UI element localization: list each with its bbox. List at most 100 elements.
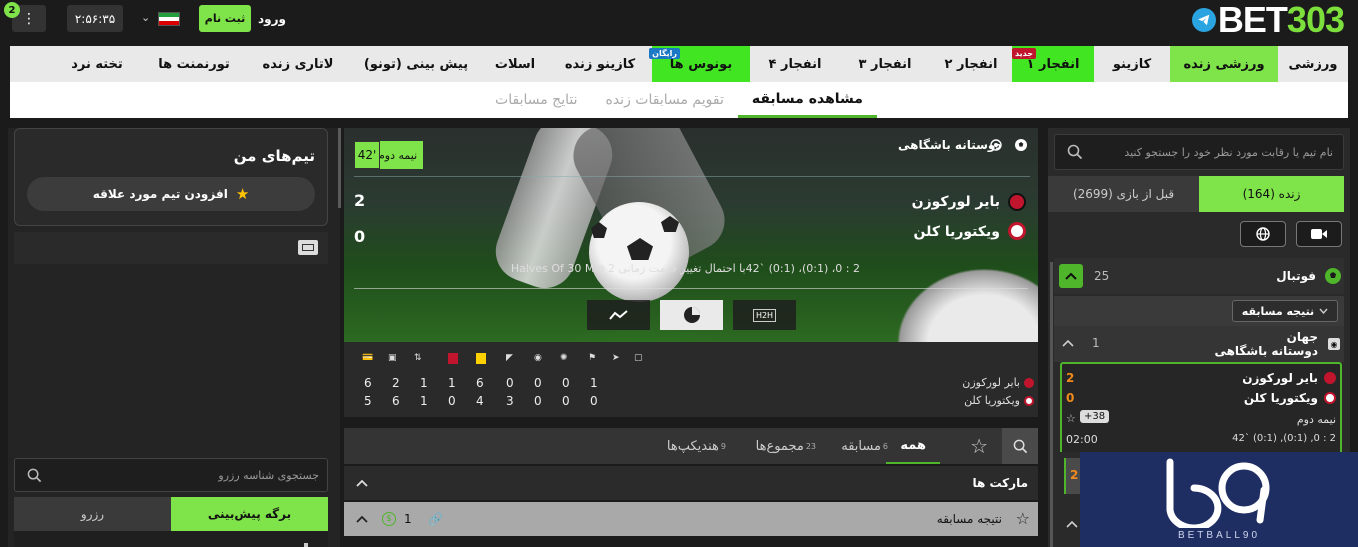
line-chart-icon — [608, 310, 628, 320]
home-team: بایر لورکوزن — [911, 194, 1000, 210]
card-icon: 💳 — [362, 353, 374, 363]
stat-home-value: 6 — [476, 376, 484, 390]
my-teams-card: تیم‌های من ★ افزودن تیم مورد علاقه — [14, 128, 328, 226]
substitution-icon: ⇅ — [414, 353, 422, 363]
tab-match-view[interactable]: مشاهده مسابقه — [737, 82, 877, 118]
stat-away-value: 3 — [506, 394, 514, 408]
chevron-down-icon — [1319, 308, 1328, 314]
favorite-markets-star-icon[interactable]: ☆ — [970, 434, 988, 458]
tab-live-calendar[interactable]: تقویم مسابقات زنده — [592, 82, 738, 118]
tab-handicap-markets[interactable]: هندیکپ‌ها 9 — [667, 428, 726, 464]
signup-button[interactable]: ثبت نام — [199, 5, 251, 32]
league-row[interactable]: ◉ جهان دوستانه باشگاهی 1 — [1054, 326, 1344, 362]
league-name: دوستانه باشگاهی — [1214, 344, 1318, 358]
match-card[interactable]: بایر لورکوزن 2 ویکتوریا کلن 0 نیمه دوم ☆… — [1060, 362, 1342, 452]
nav-item-crash-2[interactable]: انفجار ۲ — [930, 46, 1012, 82]
nav-item-live-sports[interactable]: ورزشی زنده — [1170, 46, 1278, 82]
stat-away-value: 5 — [364, 394, 372, 408]
soccer-ball-image — [589, 202, 689, 302]
penalty-icon: ▣ — [388, 353, 397, 363]
tab-totals-markets[interactable]: مجموع‌ها 23 — [756, 428, 816, 464]
tab-prematch-events[interactable]: قبل از بازی (2699) — [1048, 176, 1199, 212]
divider — [354, 176, 1030, 177]
stat-home-value: 1 — [448, 376, 456, 390]
video-filter-button[interactable] — [1296, 221, 1342, 247]
team-badge-icon — [1324, 372, 1336, 384]
tab-all-markets[interactable]: همه — [886, 428, 940, 464]
tab-results[interactable]: نتایج مسابقات — [481, 82, 591, 118]
nav-item-backgammon[interactable]: تخته نرد — [52, 46, 142, 82]
nav-item-live-lottery[interactable]: لاتاری زنده — [246, 46, 350, 82]
nav-item-casino[interactable]: کازینو — [1094, 46, 1170, 82]
away-score: 0 — [354, 227, 366, 246]
corner-icon: ◤ — [506, 353, 513, 363]
yellow-card-icon — [476, 353, 486, 364]
my-teams-title: تیم‌های من — [233, 147, 315, 165]
nav-item-crash-3[interactable]: انفجار ۳ — [840, 46, 930, 82]
chevron-up-icon[interactable] — [356, 479, 368, 487]
home-team-badge-icon — [1008, 193, 1026, 211]
chevron-up-icon[interactable] — [356, 515, 368, 523]
sport-count: 25 — [1094, 269, 1110, 283]
match-info-line: 2 : 0، (0:1)، (0:1) `42با احتمال تغییر ف… — [510, 262, 860, 275]
chevron-up-icon[interactable] — [1062, 339, 1074, 347]
stat-away-value: 4 — [476, 394, 484, 408]
iran-flag-icon[interactable] — [158, 12, 180, 26]
stat-away-value: 0 — [562, 394, 570, 408]
favorite-star-icon[interactable]: ☆ — [1016, 509, 1030, 528]
top-bar: BET303 ورود ثبت نام ⌄ ۲:۵۶:۳۵ ⋮ 2 — [0, 0, 1358, 40]
center-scrollbar[interactable] — [338, 128, 341, 208]
football-icon — [1325, 268, 1341, 284]
nav-item-sports[interactable]: ورزشی — [1278, 46, 1348, 82]
attack-icon: ✺ — [560, 353, 568, 363]
market-filter-select[interactable]: نتیجه مسابقه — [1232, 300, 1338, 322]
match-period: نیمه دوم — [1296, 413, 1336, 426]
stat-home-team: بایر لورکوزن — [962, 376, 1020, 389]
nav-item-toto[interactable]: پیش بینی (تونو) — [350, 46, 482, 82]
add-favorite-team-button[interactable]: ★ افزودن تیم مورد علاقه — [27, 177, 315, 211]
markets-header[interactable]: مارکت ها — [344, 466, 1038, 500]
team-search-input[interactable]: نام تیم یا رقابت مورد نظر خود را جستجو ک… — [1054, 134, 1344, 170]
video-camera-icon — [1311, 229, 1327, 239]
sport-row-football[interactable]: فوتبال 25 — [1054, 258, 1344, 294]
chevron-up-icon[interactable] — [1066, 520, 1078, 528]
tab-h2h[interactable]: H2H — [733, 300, 796, 330]
tab-stats-graph[interactable] — [587, 300, 650, 330]
collapse-sport-button[interactable] — [1059, 264, 1083, 288]
divider — [354, 288, 1028, 289]
tab-live-events[interactable]: زنده (164) — [1199, 176, 1344, 212]
match-stats-panel: 💳 ▣ ⇅ ◤ ◉ ✺ ⚑ ➤ ▢ 1 0 0 0 6 1 1 2 6 0 0 … — [344, 342, 1038, 417]
league-country: جهان — [1286, 330, 1318, 344]
result-market-label: نتیجه مسابقه — [936, 512, 1002, 526]
new-tag: جدید — [1012, 48, 1037, 59]
market-result-row[interactable]: ☆ نتیجه مسابقه 🔗 1 $ — [344, 502, 1038, 536]
stat-home-value: 0 — [534, 376, 542, 390]
bet303-logo[interactable]: BET303 — [1191, 2, 1345, 38]
telegram-icon[interactable] — [1191, 8, 1216, 32]
betball90-watermark: BETBALL90 — [1080, 452, 1358, 547]
globe-filter-button[interactable] — [1240, 221, 1286, 247]
tab-match-markets[interactable]: مسابقه 6 — [841, 428, 888, 464]
nav-item-live-casino[interactable]: کازینو زنده — [548, 46, 652, 82]
favorite-star-icon[interactable]: ☆ — [1066, 412, 1076, 425]
reservation-search-input[interactable]: جستجوی شناسه رزرو — [14, 458, 328, 492]
login-link[interactable]: ورود — [258, 12, 286, 26]
nav-item-crash-1[interactable]: انفجار ۱ جدید — [1012, 46, 1094, 82]
away-team: ویکتوریا کلن — [913, 224, 1001, 240]
chevron-down-icon[interactable]: ⌄ — [141, 11, 150, 24]
cashout-icon: $ — [382, 512, 396, 526]
tab-bet-slip[interactable]: برگه پیش‌بینی — [171, 497, 328, 531]
nav-item-tournaments[interactable]: تورنمنت ها — [142, 46, 246, 82]
next-match-score: 2 — [1064, 458, 1080, 494]
home-score: 2 — [354, 191, 366, 210]
tab-reserve[interactable]: رزرو — [14, 497, 171, 531]
tab-pie-stats[interactable] — [660, 300, 723, 330]
nav-item-slots[interactable]: اسلات — [482, 46, 548, 82]
nav-item-bonuses[interactable]: بونوس ها رایگان — [649, 46, 750, 82]
market-search-button[interactable] — [1002, 428, 1038, 464]
markets-count-badge[interactable]: +38 — [1080, 410, 1110, 423]
scoreboard-icon[interactable] — [298, 240, 318, 255]
offside-flag-icon: ⚑ — [588, 353, 597, 363]
nav-item-crash-4[interactable]: انفجار ۴ — [750, 46, 840, 82]
sidebar-scrollbar[interactable] — [1050, 262, 1053, 547]
